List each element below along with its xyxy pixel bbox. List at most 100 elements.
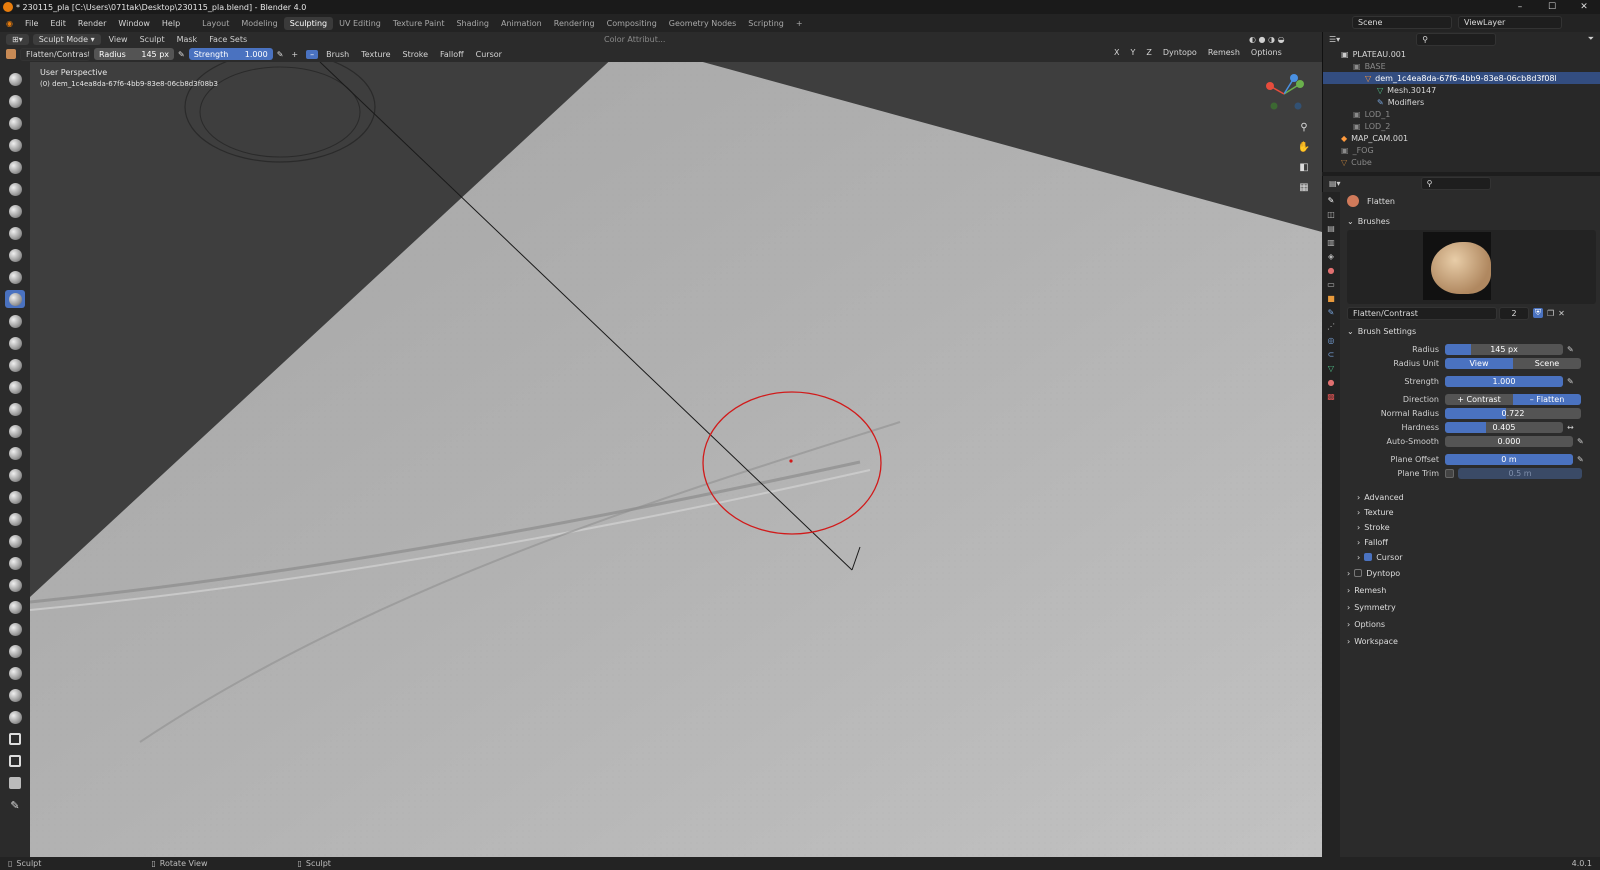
radius-unit-view-button[interactable]: View xyxy=(1445,357,1513,369)
tool-mesh-filter[interactable] xyxy=(5,774,25,792)
tool-fill[interactable] xyxy=(5,312,25,330)
plane-offset-pressure-icon[interactable]: ✎ xyxy=(1577,455,1584,464)
dyntopo-toggle[interactable]: Dyntopo xyxy=(1159,48,1201,57)
strength-pressure-icon[interactable]: ✎ xyxy=(277,50,284,59)
direction-contrast-button[interactable]: + Contrast xyxy=(1445,393,1513,405)
properties-search-input[interactable]: ⚲ xyxy=(1420,176,1491,190)
tool-pinch[interactable] xyxy=(5,378,25,396)
viewport-shading-solid-icon[interactable]: ◐ ● ◑ ◒ xyxy=(1245,35,1289,44)
tool-slide-relax[interactable] xyxy=(5,554,25,572)
hardness-invert-icon[interactable]: ↔ xyxy=(1567,423,1574,432)
prop-plane-trim-slider[interactable]: 0.5 m xyxy=(1458,467,1582,479)
texture-tab-icon[interactable]: ▩ xyxy=(1327,392,1335,401)
menu-window[interactable]: Window xyxy=(112,19,156,28)
outliner-item-fog[interactable]: ▣ _FOG xyxy=(1323,144,1600,156)
outliner-item-lod1[interactable]: ▣ LOD_1 xyxy=(1323,108,1600,120)
tool-annotate[interactable]: ✎ xyxy=(5,796,25,814)
tab-layout[interactable]: Layout xyxy=(196,17,235,30)
prop-plane-offset-slider[interactable]: 0 m xyxy=(1445,453,1573,465)
outliner-item-plateau[interactable]: ▣ PLATEAU.001 xyxy=(1323,48,1600,60)
panel-workspace[interactable]: › Workspace xyxy=(1347,634,1596,648)
radius-unit-scene-button[interactable]: Scene xyxy=(1513,357,1581,369)
tab-geometry-nodes[interactable]: Geometry Nodes xyxy=(663,17,742,30)
radius-slider[interactable]: Radius 145 px xyxy=(94,48,174,60)
brush-users-count[interactable]: 2 xyxy=(1499,306,1529,320)
gizmo-z-icon[interactable] xyxy=(1290,74,1298,82)
collection-tab-icon[interactable]: ▭ xyxy=(1327,280,1335,289)
pan-hand-icon[interactable]: ✋ xyxy=(1297,142,1311,156)
tab-sculpting[interactable]: Sculpting xyxy=(283,16,334,30)
tool-mask[interactable] xyxy=(5,642,25,660)
blender-menu-icon[interactable]: ◉ xyxy=(0,19,19,28)
material-tab-icon[interactable]: ● xyxy=(1328,378,1335,387)
view-layer-selector[interactable]: ViewLayer xyxy=(1458,16,1562,29)
tool-scrape[interactable] xyxy=(5,334,25,352)
tab-uv-editing[interactable]: UV Editing xyxy=(333,17,387,30)
maximize-button[interactable]: ☐ xyxy=(1536,0,1568,14)
outliner-item-base[interactable]: ▣ BASE xyxy=(1323,60,1600,72)
outliner-editor-icon[interactable]: ☰▾ xyxy=(1329,35,1340,44)
navigation-gizmo[interactable] xyxy=(1262,72,1308,118)
tool-clay-strips[interactable] xyxy=(5,136,25,154)
world-tab-icon[interactable]: ● xyxy=(1328,266,1335,275)
tool-clay[interactable] xyxy=(5,114,25,132)
tool-cloth[interactable] xyxy=(5,598,25,616)
minimize-button[interactable]: – xyxy=(1504,0,1536,14)
outliner-search-input[interactable]: ⚲ xyxy=(1416,32,1497,46)
auto-smooth-pressure-icon[interactable]: ✎ xyxy=(1577,437,1584,446)
modifier-tab-icon[interactable]: ✎ xyxy=(1328,308,1335,317)
tool-multiplane-scrape[interactable] xyxy=(5,356,25,374)
outliner-item-modifiers[interactable]: ✎ Modifiers xyxy=(1323,96,1600,108)
render-tab-icon[interactable]: ◫ xyxy=(1327,210,1335,219)
physics-tab-icon[interactable]: ◎ xyxy=(1328,336,1335,345)
strength-slider[interactable]: Strength 1.000 xyxy=(188,48,273,60)
scene-selector[interactable]: Scene xyxy=(1352,16,1452,29)
duplicate-brush-icon[interactable]: ❐ xyxy=(1547,309,1554,318)
options-dropdown[interactable]: Options xyxy=(1247,48,1286,57)
symmetry-z-toggle[interactable]: Z xyxy=(1142,48,1155,57)
subpanel-cursor[interactable]: › Cursor xyxy=(1347,550,1596,564)
filter-icon[interactable]: ⏷ xyxy=(1588,34,1600,44)
brush-settings-panel-header[interactable]: ⌄ Brush Settings xyxy=(1347,324,1596,338)
data-tab-icon[interactable]: ▽ xyxy=(1328,364,1334,373)
plane-trim-checkbox[interactable] xyxy=(1445,468,1454,478)
menu-face-sets[interactable]: Face Sets xyxy=(205,35,251,44)
tool-pose[interactable] xyxy=(5,488,25,506)
direction-subtract-button[interactable]: – xyxy=(306,49,319,59)
3d-viewport[interactable] xyxy=(30,62,1322,857)
add-workspace-icon[interactable]: + xyxy=(790,17,809,30)
camera-icon[interactable]: ◧ xyxy=(1297,162,1311,176)
grid-perspective-icon[interactable]: ▦ xyxy=(1297,182,1311,196)
direction-add-button[interactable]: + xyxy=(287,50,302,59)
tab-texture-paint[interactable]: Texture Paint xyxy=(387,17,451,30)
unlink-brush-icon[interactable]: ✕ xyxy=(1558,309,1565,318)
tool-boundary[interactable] xyxy=(5,576,25,594)
brush-dropdown[interactable]: Brush xyxy=(322,50,353,59)
editor-type-selector[interactable]: ⊞▾ xyxy=(6,33,29,45)
tool-inflate[interactable] xyxy=(5,202,25,220)
tool-grab[interactable] xyxy=(5,400,25,418)
zoom-icon[interactable]: ⚲ xyxy=(1297,122,1311,136)
tool-elastic-deform[interactable] xyxy=(5,422,25,440)
menu-render[interactable]: Render xyxy=(72,19,112,28)
falloff-dropdown[interactable]: Falloff xyxy=(436,50,468,59)
output-tab-icon[interactable]: ▤ xyxy=(1327,224,1335,233)
brush-datablock-field[interactable]: Flatten/Contrast xyxy=(1347,306,1497,320)
object-tab-icon[interactable]: ■ xyxy=(1327,294,1335,303)
tool-draw-face-sets[interactable] xyxy=(5,664,25,682)
tool-tab-icon[interactable]: ✎ xyxy=(1328,196,1335,205)
tab-rendering[interactable]: Rendering xyxy=(548,17,601,30)
tab-animation[interactable]: Animation xyxy=(495,17,548,30)
close-button[interactable]: ✕ xyxy=(1568,0,1600,14)
tab-modeling[interactable]: Modeling xyxy=(235,17,283,30)
panel-dyntopo[interactable]: › Dyntopo xyxy=(1347,566,1596,580)
texture-dropdown[interactable]: Texture xyxy=(357,50,394,59)
tool-blob[interactable] xyxy=(5,224,25,242)
fake-user-shield-icon[interactable]: ⛨ xyxy=(1533,308,1543,318)
prop-strength-slider[interactable]: 1.000 xyxy=(1445,375,1563,387)
cursor-dropdown[interactable]: Cursor xyxy=(472,50,506,59)
tool-draw-sharp[interactable] xyxy=(5,92,25,110)
tool-draw[interactable] xyxy=(5,70,25,88)
prop-hardness-slider[interactable]: 0.405 xyxy=(1445,421,1563,433)
tool-flatten[interactable] xyxy=(5,290,25,308)
